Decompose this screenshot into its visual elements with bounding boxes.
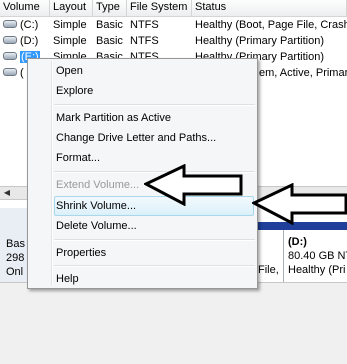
type-cell: Basic (96, 35, 123, 47)
partition-d-name: (D:) (288, 236, 307, 248)
type-cell: Basic (96, 19, 123, 31)
disk-icon (3, 20, 17, 29)
disk-icon (3, 52, 17, 61)
column-header-file-system[interactable]: File System (127, 0, 192, 16)
volume-list-header: Volume Layout Type File System Status (0, 0, 347, 17)
menu-item-mark-active[interactable]: Mark Partition as Active (56, 108, 171, 128)
volume-row[interactable]: (C:) Simple Basic NTFS Healthy (Boot, Pa… (0, 17, 347, 33)
file-system-cell: NTFS (130, 19, 159, 31)
column-header-type[interactable]: Type (93, 0, 127, 16)
arrow-to-extend-volume-icon (144, 164, 243, 206)
menu-separator (54, 239, 255, 241)
volume-name: (C:) (20, 19, 39, 31)
scroll-left-icon[interactable]: ◀ (2, 188, 12, 198)
volume-row[interactable]: (D:) Simple Basic NTFS Healthy (Primary … (0, 33, 347, 49)
menu-item-shrink-volume[interactable]: Shrink Volume... (56, 196, 136, 216)
menu-item-properties[interactable]: Properties (56, 243, 106, 263)
column-header-status[interactable]: Status (192, 0, 347, 16)
column-header-volume[interactable]: Volume (0, 0, 50, 16)
menu-separator (54, 104, 255, 106)
partition-d-size: 80.40 GB NT (288, 250, 347, 262)
menu-gutter (51, 61, 53, 286)
disk-label[interactable]: Bas 298 Onl (0, 208, 29, 282)
volume-name: ( (20, 67, 24, 79)
disk-type: Bas (6, 238, 25, 250)
partition-d-status: Healthy (Pri (288, 264, 346, 276)
column-header-layout[interactable]: Layout (50, 0, 93, 16)
disk-icon (3, 68, 17, 77)
menu-item-change-drive-letter[interactable]: Change Drive Letter and Paths... (56, 128, 216, 148)
status-cell: em, Active, Primary (259, 67, 347, 79)
arrow-to-shrink-volume-icon (252, 183, 347, 225)
file-system-cell: NTFS (130, 35, 159, 47)
menu-item-open[interactable]: Open (56, 61, 83, 81)
menu-item-help[interactable]: Help (56, 269, 79, 289)
disk-map-empty-area (0, 282, 347, 364)
disk-size: 298 (6, 252, 25, 264)
menu-item-extend-volume: Extend Volume... (56, 179, 140, 191)
menu-separator (54, 265, 255, 267)
status-cell: Healthy (Boot, Page File, Crash D (195, 19, 347, 31)
partition-c[interactable]: File, (258, 230, 283, 282)
menu-item-explore[interactable]: Explore (56, 81, 93, 101)
menu-item-delete-volume[interactable]: Delete Volume... (56, 216, 137, 236)
partition-c-status: File, (258, 264, 279, 276)
layout-cell: Simple (53, 35, 87, 47)
layout-cell: Simple (53, 19, 87, 31)
disk-status: Onl (6, 266, 24, 278)
partition-d[interactable]: (D:) 80.40 GB NT Healthy (Pri (283, 230, 347, 282)
menu-item-format[interactable]: Format... (56, 148, 100, 168)
status-cell: Healthy (Primary Partition) (195, 35, 324, 47)
disk-icon (3, 36, 17, 45)
volume-name: (D:) (20, 35, 39, 47)
